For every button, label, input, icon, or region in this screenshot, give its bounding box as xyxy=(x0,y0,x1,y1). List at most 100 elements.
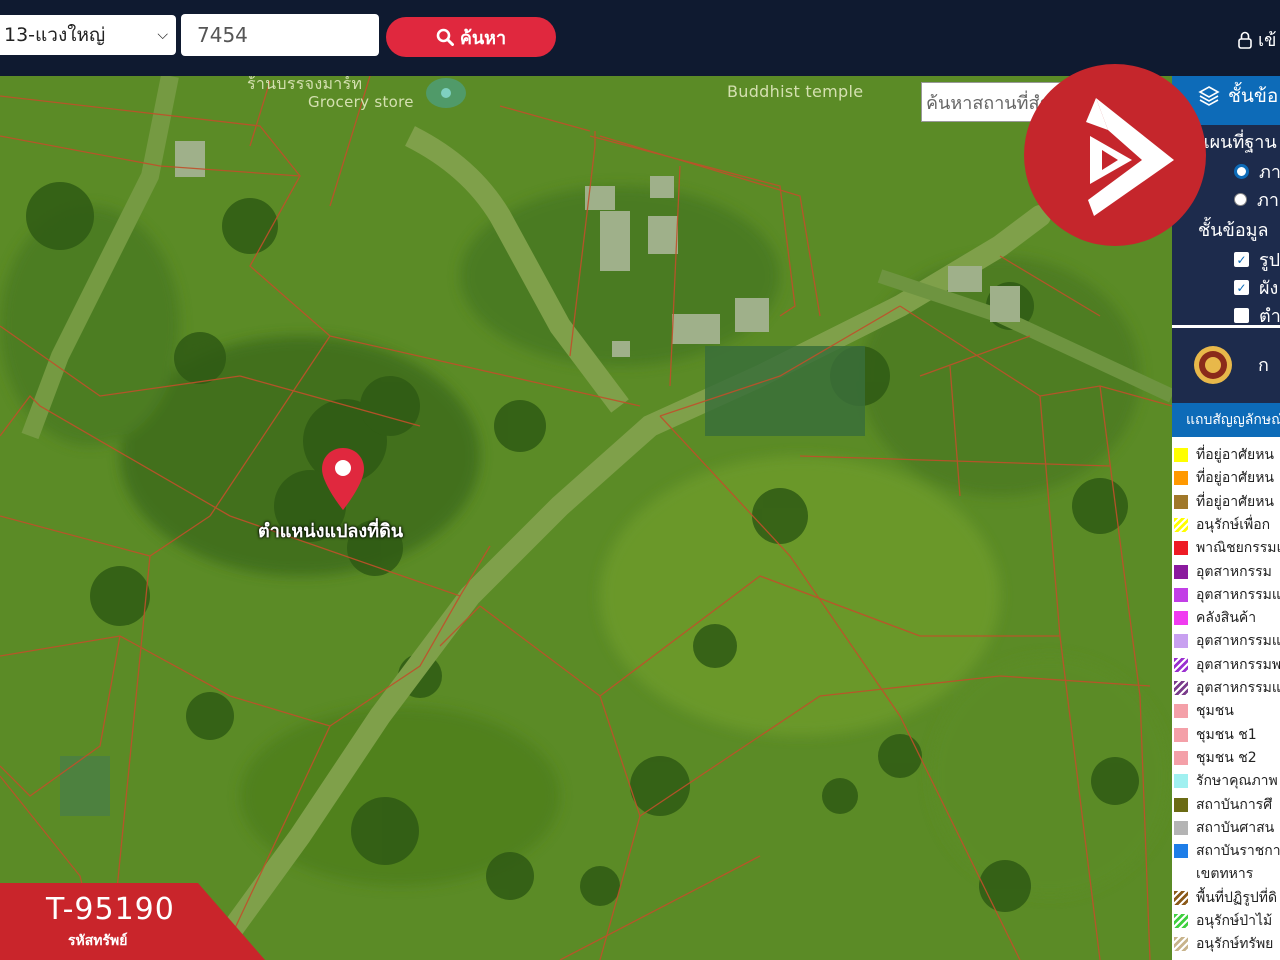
layer-option-2[interactable]: ✓ ผัง xyxy=(1234,273,1278,302)
legend-item: พื้นที่ปฏิรูปที่ดิ xyxy=(1174,887,1277,909)
legend-swatch xyxy=(1174,727,1188,742)
legend-label: ชุมชน ช2 xyxy=(1196,749,1257,766)
legend-label: พื้นที่ปฏิรูปที่ดิ xyxy=(1196,889,1278,906)
legend-item: ที่อยู่อาศัยหน xyxy=(1174,467,1274,489)
legend-swatch xyxy=(1174,448,1188,462)
legend-label: พาณิชยกรรมแ xyxy=(1196,540,1280,557)
basemap-heading: แผนที่ฐาน xyxy=(1198,132,1277,153)
radio-selected-icon[interactable] xyxy=(1234,164,1249,179)
legend-swatch xyxy=(1174,494,1188,509)
legend-swatch xyxy=(1174,471,1188,486)
legend-swatch xyxy=(1174,564,1188,579)
poi-label-grocery-en: Grocery store xyxy=(308,93,414,111)
legend-swatch xyxy=(1174,517,1188,532)
agency-label: ก xyxy=(1258,355,1269,376)
legend-item: อุตสาหกรรมแ xyxy=(1174,677,1280,699)
legend-item: อุตสาหกรรม xyxy=(1174,561,1272,583)
sidebar-header-label: ชั้นข้อ xyxy=(1228,85,1279,107)
login-link[interactable]: เข้ xyxy=(1238,25,1276,54)
legend-item: อุตสาหกรรมพ xyxy=(1174,654,1280,676)
legend-item: สถาบันศาสน xyxy=(1174,817,1274,839)
district-select-value: 13-แวงใหญ่ xyxy=(4,24,106,46)
legend-item: อนุรักษ์ป่าไม้ xyxy=(1174,910,1272,932)
legend-swatch xyxy=(1174,820,1188,835)
property-code-badge: T-95190 รหัสทรัพย์ xyxy=(0,883,265,960)
poi-label-temple: Buddhist temple xyxy=(727,82,864,101)
legend-item: สถาบันราชกา xyxy=(1174,840,1280,862)
property-code: T-95190 xyxy=(46,892,175,927)
layers-heading: ชั้นข้อมูล xyxy=(1198,220,1269,241)
legend-swatch xyxy=(1174,844,1188,859)
legend-item: รักษาคุณภาพ xyxy=(1174,770,1278,792)
legend-item: สถาบันการศึ xyxy=(1174,794,1272,816)
legend-swatch xyxy=(1174,774,1188,789)
legend-swatch xyxy=(1174,634,1188,649)
radio-icon[interactable] xyxy=(1234,193,1247,206)
legend-item: เขตทหาร xyxy=(1174,863,1253,885)
legend-item: อุตสาหกรรมแ xyxy=(1174,584,1280,606)
basemap-option-2[interactable]: ภา xyxy=(1234,185,1279,214)
marker-label: ตำแหน่งแปลงที่ดิน xyxy=(258,521,404,542)
legend-swatch xyxy=(1174,587,1188,602)
legend-item: ที่อยู่อาศัยหน xyxy=(1174,444,1274,466)
legend-swatch xyxy=(1174,611,1188,626)
parcel-number-value: 7454 xyxy=(197,23,248,47)
legend-swatch xyxy=(1174,657,1188,672)
legend-label: อนุรักษ์ทรัพย xyxy=(1196,936,1274,953)
checkbox-checked-icon[interactable]: ✓ xyxy=(1234,280,1249,295)
legend-label: อุตสาหกรรม xyxy=(1196,563,1272,580)
legend-label: คลังสินค้า xyxy=(1196,610,1257,627)
legend-label: ที่อยู่อาศัยหน xyxy=(1196,493,1274,510)
legend-item: อุตสาหกรรมแ xyxy=(1174,630,1280,652)
legend-label: อนุรักษ์เพื่อก xyxy=(1196,516,1271,533)
parcel-number-input[interactable]: 7454 xyxy=(181,14,379,56)
chevron-down-icon: ⌵ xyxy=(157,27,168,43)
satellite-map[interactable]: ร้านบรรจงมาร์ท Grocery store Buddhist te… xyxy=(0,76,1172,960)
legend-swatch xyxy=(1174,890,1188,905)
legend-label: ชุมชน ช1 xyxy=(1196,726,1257,743)
legend-label: ชุมชน xyxy=(1196,703,1234,720)
lock-icon xyxy=(1238,31,1252,49)
checkbox-icon[interactable] xyxy=(1234,308,1249,323)
basemap-option-1-label: ภา xyxy=(1259,162,1280,183)
water-park-icon xyxy=(426,78,466,108)
legend-swatch xyxy=(1174,867,1188,882)
brand-b-icon xyxy=(1086,98,1174,216)
legend-label: รักษาคุณภาพ xyxy=(1196,773,1278,790)
legend-label: ที่อยู่อาศัยหน xyxy=(1196,470,1274,487)
search-icon xyxy=(436,28,454,46)
agency-bar: ก xyxy=(1172,326,1280,408)
search-button-label: ค้นหา xyxy=(459,27,507,49)
legend-item: อนุรักษ์เพื่อก xyxy=(1174,514,1270,536)
map-marker-icon[interactable] xyxy=(320,446,366,512)
legend-item: พาณิชยกรรมแ xyxy=(1174,537,1280,559)
legend-swatch xyxy=(1174,704,1188,719)
legend-label: อนุรักษ์ป่าไม้ xyxy=(1196,913,1273,929)
legend-label: เขตทหาร xyxy=(1196,866,1254,883)
legend-item: อนุรักษ์ทรัพย xyxy=(1174,933,1273,955)
layer-option-1-label: รูป xyxy=(1259,250,1280,271)
district-select[interactable]: 13-แวงใหญ่ ⌵ xyxy=(0,15,176,55)
property-code-caption: รหัสทรัพย์ xyxy=(68,933,128,949)
legend-item: ที่อยู่อาศัยหน xyxy=(1174,491,1274,513)
checkbox-checked-icon[interactable]: ✓ xyxy=(1234,252,1249,267)
brand-logo xyxy=(1024,64,1206,246)
legend-swatch xyxy=(1174,750,1188,765)
legend-swatch xyxy=(1174,797,1188,812)
legend-title: แถบสัญญลักษณ์ xyxy=(1172,403,1280,437)
search-button[interactable]: ค้นหา xyxy=(386,17,556,57)
map-imagery xyxy=(0,76,1172,960)
legend-swatch xyxy=(1174,681,1188,695)
legend-label: สถาบันราชกา xyxy=(1196,843,1280,860)
legend-item: ชุมชน ช1 xyxy=(1174,724,1257,746)
legend-item: ชุมชน ช2 xyxy=(1174,747,1257,769)
agency-emblem-icon xyxy=(1194,346,1232,384)
legend-swatch xyxy=(1174,914,1188,928)
basemap-option-1[interactable]: ภา xyxy=(1234,157,1280,186)
legend-swatch xyxy=(1174,937,1188,952)
legend-label: อุตสาหกรรมแ xyxy=(1196,586,1280,603)
legend-label: อุตสาหกรรมแ xyxy=(1196,633,1280,650)
legend-label: อุตสาหกรรมพ xyxy=(1196,656,1280,673)
login-label: เข้ xyxy=(1258,30,1277,51)
layer-option-1[interactable]: ✓ รูป xyxy=(1234,245,1280,274)
